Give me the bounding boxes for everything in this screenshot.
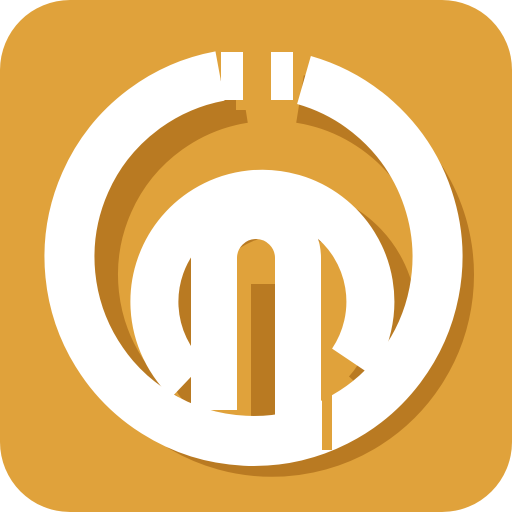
icon-stage: [0, 0, 512, 512]
app-logo-icon[interactable]: [0, 0, 512, 512]
stem-gap: [322, 390, 332, 450]
